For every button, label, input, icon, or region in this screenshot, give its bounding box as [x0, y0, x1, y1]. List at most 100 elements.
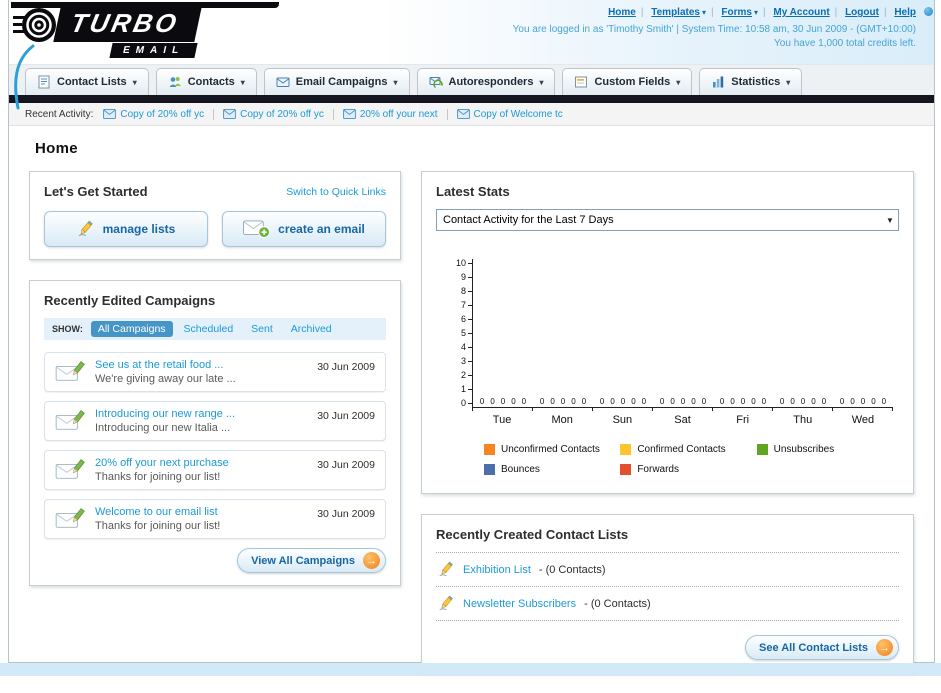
contacts-icon	[168, 75, 182, 89]
switch-to-quick-links-link[interactable]: Switch to Quick Links	[286, 186, 386, 198]
campaign-row[interactable]: See us at the retail food ... We're givi…	[44, 352, 386, 392]
top-nav-link[interactable]: My Account	[773, 7, 829, 18]
recent-activity-item: Copy of 20% off yc	[223, 108, 343, 120]
recent-activity-item: Copy of Welcome tc	[456, 109, 563, 120]
chart-values: 00000	[840, 397, 886, 407]
recent-activity-link[interactable]: Copy of 20% off yc	[120, 109, 204, 120]
new-email-icon	[243, 219, 271, 239]
chart-value-label: 0	[560, 397, 566, 406]
view-all-campaigns-button[interactable]: View All Campaigns →	[237, 548, 386, 573]
mail-icon	[223, 109, 236, 119]
logo-text: TURBO EMAIL	[53, 7, 203, 58]
chevron-down-icon: ▾	[132, 77, 137, 87]
chart-value-label: 0	[511, 397, 516, 406]
campaign-edit-icon	[55, 409, 85, 433]
recent-activity-link[interactable]: Copy of 20% off yc	[240, 109, 324, 120]
campaign-title-link[interactable]: Introducing our new range ...	[95, 408, 307, 420]
legend-item: Unsubscribes	[756, 444, 893, 455]
legend-label: Unconfirmed Contacts	[501, 444, 600, 455]
chart-value-label: 0	[620, 397, 626, 406]
legend-item: Bounces	[484, 464, 620, 475]
chart-category-group: 00000	[833, 259, 893, 407]
campaign-filter[interactable]: Scheduled	[177, 321, 241, 337]
see-all-contact-lists-button[interactable]: See All Contact Lists →	[744, 635, 899, 660]
campaign-filter[interactable]: Sent	[244, 321, 280, 337]
view-all-campaigns-label: View All Campaigns	[251, 554, 355, 567]
top-nav-link[interactable]: Home	[608, 7, 636, 18]
create-email-button[interactable]: create an email	[222, 211, 386, 247]
campaign-text: See us at the retail food ... We're givi…	[95, 359, 307, 385]
contact-list-row[interactable]: Exhibition List - (0 Contacts)	[436, 553, 899, 587]
chevron-down-icon: ▾	[539, 77, 544, 87]
tab-label: Email Campaigns	[295, 76, 388, 88]
campaign-title-link[interactable]: 20% off your next purchase	[95, 457, 307, 469]
contact-list-row[interactable]: Newsletter Subscribers - (0 Contacts)	[436, 587, 899, 621]
contact-list-count: - (0 Contacts)	[538, 563, 606, 576]
y-axis-tick-label: 5	[461, 329, 472, 338]
recent-activity-item: Copy of 20% off yc	[103, 108, 223, 120]
y-axis-tick-label: 2	[461, 371, 472, 380]
top-nav-link[interactable]: Logout	[845, 7, 879, 18]
top-right-info: Home▾| Templates▾| Forms▾| My Account▾| …	[513, 7, 916, 49]
top-nav-link[interactable]: Help	[894, 7, 916, 18]
recent-activity-link[interactable]: Copy of Welcome tc	[474, 109, 563, 120]
tab-contacts[interactable]: Contacts ▾	[155, 68, 257, 95]
campaign-row[interactable]: Welcome to our email list Thanks for joi…	[44, 499, 386, 539]
chart-plot: 00000000000000000000000000000000000	[472, 259, 893, 408]
stats-period-select[interactable]: Contact Activity for the Last 7 Days ▼	[436, 209, 899, 231]
custom-fields-icon	[574, 75, 588, 89]
get-started-panel: Let's Get Started Switch to Quick Links …	[29, 171, 401, 260]
legend-item: Forwards	[620, 464, 756, 475]
legend-swatch	[620, 444, 632, 455]
campaign-text: Welcome to our email list Thanks for joi…	[95, 506, 307, 532]
chart-value-label: 0	[751, 397, 756, 406]
campaign-row[interactable]: Introducing our new range ... Introducin…	[44, 401, 386, 441]
activity-separator	[213, 108, 215, 120]
campaign-filter[interactable]: Archived	[284, 321, 339, 337]
chart-value-label: 0	[740, 397, 746, 406]
chart-category-group: 00000	[593, 259, 653, 407]
manage-lists-button[interactable]: manage lists	[44, 211, 208, 247]
chevron-down-icon: ▾	[786, 77, 791, 87]
x-axis-label: Fri	[736, 414, 750, 426]
tab-email-campaigns[interactable]: Email Campaigns ▾	[263, 68, 410, 95]
tab-custom-fields[interactable]: Custom Fields ▾	[562, 68, 693, 95]
chart-value-label: 0	[701, 397, 707, 406]
get-started-title: Let's Get Started	[44, 184, 148, 199]
chart-x-ticks	[472, 408, 893, 411]
statistics-icon	[711, 75, 725, 89]
legend-swatch	[484, 464, 495, 475]
campaign-filter-bar: SHOW: All Campaigns Scheduled Sent Archi…	[44, 318, 386, 340]
contact-list-link[interactable]: Newsletter Subscribers	[463, 598, 576, 610]
campaign-subject: Introducing our new Italia ...	[95, 422, 231, 434]
arrow-right-icon: →	[876, 639, 893, 656]
y-axis-tick-label: 3	[461, 357, 472, 366]
campaign-title-link[interactable]: See us at the retail food ...	[95, 359, 307, 371]
tab-label: Contacts	[187, 76, 235, 88]
campaign-row[interactable]: 20% off your next purchase Thanks for jo…	[44, 450, 386, 490]
contact-lists-icon	[37, 75, 51, 89]
y-axis-tick-label: 9	[461, 273, 472, 282]
recent-activity-link[interactable]: 20% off your next	[360, 109, 438, 120]
chart-legend: Unconfirmed Contacts Confirmed Contacts	[484, 444, 893, 475]
legend-swatch	[756, 444, 768, 455]
chart-value-label: 0	[571, 397, 576, 406]
login-status-text: You are logged in as 'Timothy Smith' | S…	[512, 24, 916, 35]
campaign-title-link[interactable]: Welcome to our email list	[95, 506, 307, 518]
tab-autoresponders[interactable]: Autoresponders ▾	[416, 68, 556, 95]
contact-list-link[interactable]: Exhibition List	[463, 564, 531, 576]
chart-value-label: 0	[539, 397, 545, 406]
campaign-filter[interactable]: All Campaigns	[90, 321, 173, 337]
tab-statistics[interactable]: Statistics ▾	[699, 68, 803, 95]
chart-value-label: 0	[550, 397, 555, 406]
top-nav-link[interactable]: Forms	[721, 7, 752, 18]
pencil-icon	[438, 561, 455, 578]
chart-value-label: 0	[821, 397, 827, 406]
tab-contact-lists[interactable]: Contact Lists ▾	[25, 68, 149, 95]
chevron-down-icon: ▾	[701, 8, 706, 17]
campaign-edit-icon	[55, 458, 85, 482]
manage-lists-label: manage lists	[102, 222, 176, 236]
legend-label: Forwards	[637, 464, 679, 475]
y-axis-tick-label: 8	[461, 287, 472, 296]
top-nav-link[interactable]: Templates	[651, 7, 700, 18]
